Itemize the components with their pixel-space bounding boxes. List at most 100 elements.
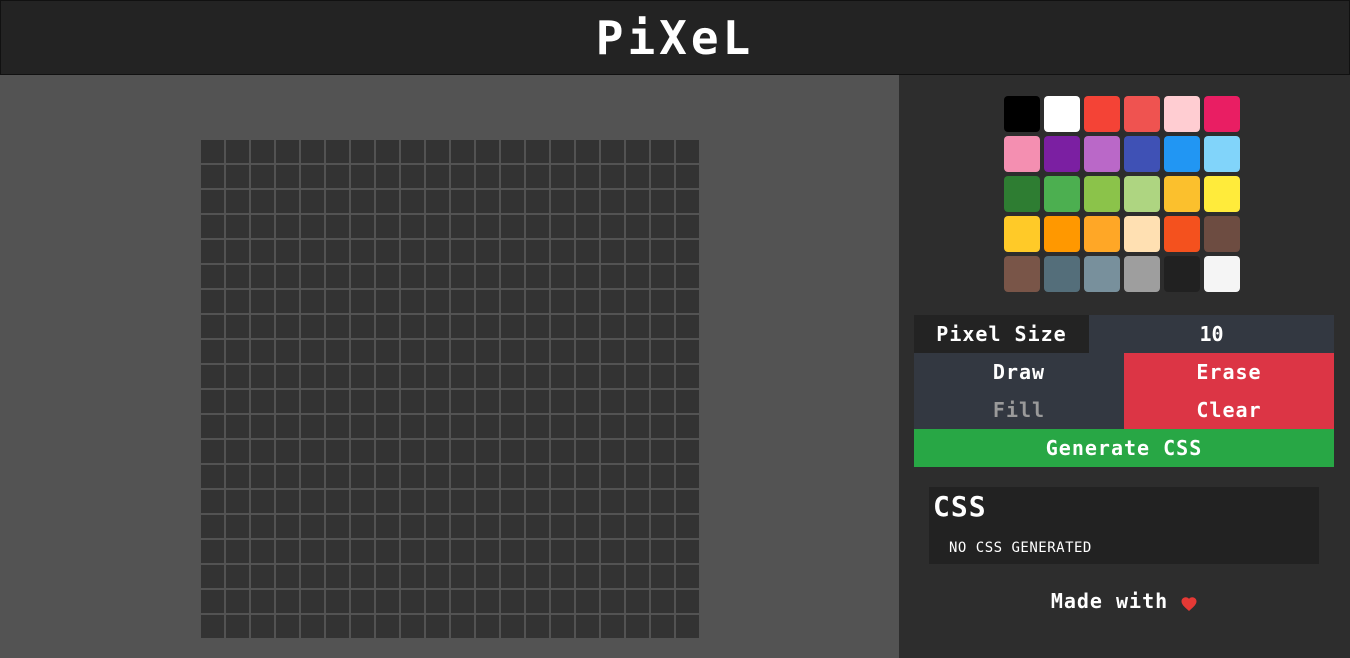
- color-swatch[interactable]: [1004, 96, 1040, 132]
- pixel-cell[interactable]: [251, 165, 274, 188]
- pixel-cell[interactable]: [601, 615, 624, 638]
- pixel-cell[interactable]: [201, 215, 224, 238]
- pixel-cell[interactable]: [551, 465, 574, 488]
- color-swatch[interactable]: [1204, 256, 1240, 292]
- pixel-cell[interactable]: [351, 215, 374, 238]
- pixel-cell[interactable]: [201, 515, 224, 538]
- pixel-cell[interactable]: [326, 515, 349, 538]
- generate-css-button[interactable]: Generate CSS: [914, 429, 1334, 467]
- pixel-cell[interactable]: [276, 365, 299, 388]
- pixel-cell[interactable]: [326, 465, 349, 488]
- pixel-cell[interactable]: [326, 540, 349, 563]
- pixel-cell[interactable]: [226, 140, 249, 163]
- pixel-cell[interactable]: [301, 390, 324, 413]
- color-swatch[interactable]: [1164, 176, 1200, 212]
- color-swatch[interactable]: [1084, 136, 1120, 172]
- pixel-cell[interactable]: [276, 315, 299, 338]
- pixel-cell[interactable]: [651, 165, 674, 188]
- pixel-cell[interactable]: [376, 465, 399, 488]
- pixel-cell[interactable]: [476, 565, 499, 588]
- pixel-cell[interactable]: [476, 515, 499, 538]
- pixel-cell[interactable]: [251, 540, 274, 563]
- pixel-cell[interactable]: [551, 140, 574, 163]
- pixel-cell[interactable]: [226, 290, 249, 313]
- pixel-cell[interactable]: [576, 240, 599, 263]
- pixel-cell[interactable]: [601, 190, 624, 213]
- pixel-cell[interactable]: [526, 215, 549, 238]
- pixel-cell[interactable]: [626, 540, 649, 563]
- pixel-cell[interactable]: [651, 365, 674, 388]
- color-swatch[interactable]: [1164, 216, 1200, 252]
- pixel-cell[interactable]: [526, 265, 549, 288]
- pixel-cell[interactable]: [526, 590, 549, 613]
- pixel-cell[interactable]: [601, 140, 624, 163]
- pixel-cell[interactable]: [626, 490, 649, 513]
- pixel-cell[interactable]: [576, 565, 599, 588]
- pixel-cell[interactable]: [526, 365, 549, 388]
- color-swatch[interactable]: [1044, 216, 1080, 252]
- pixel-cell[interactable]: [451, 515, 474, 538]
- pixel-cell[interactable]: [276, 215, 299, 238]
- pixel-cell[interactable]: [601, 515, 624, 538]
- pixel-cell[interactable]: [626, 415, 649, 438]
- pixel-cell[interactable]: [226, 315, 249, 338]
- pixel-cell[interactable]: [626, 265, 649, 288]
- pixel-cell[interactable]: [526, 340, 549, 363]
- pixel-cell[interactable]: [676, 215, 699, 238]
- pixel-cell[interactable]: [226, 240, 249, 263]
- pixel-cell[interactable]: [351, 390, 374, 413]
- pixel-cell[interactable]: [401, 240, 424, 263]
- pixel-cell[interactable]: [401, 315, 424, 338]
- pixel-cell[interactable]: [476, 240, 499, 263]
- pixel-cell[interactable]: [351, 315, 374, 338]
- pixel-cell[interactable]: [201, 390, 224, 413]
- pixel-cell[interactable]: [301, 315, 324, 338]
- pixel-cell[interactable]: [626, 515, 649, 538]
- pixel-cell[interactable]: [676, 390, 699, 413]
- pixel-cell[interactable]: [551, 340, 574, 363]
- color-swatch[interactable]: [1124, 176, 1160, 212]
- pixel-cell[interactable]: [351, 190, 374, 213]
- pixel-cell[interactable]: [626, 440, 649, 463]
- pixel-cell[interactable]: [251, 615, 274, 638]
- pixel-cell[interactable]: [301, 515, 324, 538]
- pixel-cell[interactable]: [601, 490, 624, 513]
- pixel-cell[interactable]: [626, 215, 649, 238]
- pixel-cell[interactable]: [426, 290, 449, 313]
- pixel-cell[interactable]: [501, 190, 524, 213]
- pixel-cell[interactable]: [551, 490, 574, 513]
- pixel-cell[interactable]: [676, 415, 699, 438]
- pixel-cell[interactable]: [276, 340, 299, 363]
- pixel-cell[interactable]: [376, 340, 399, 363]
- pixel-cell[interactable]: [301, 240, 324, 263]
- pixel-cell[interactable]: [651, 515, 674, 538]
- pixel-cell[interactable]: [201, 415, 224, 438]
- pixel-cell[interactable]: [651, 190, 674, 213]
- pixel-cell[interactable]: [526, 565, 549, 588]
- pixel-cell[interactable]: [476, 190, 499, 213]
- pixel-cell[interactable]: [576, 365, 599, 388]
- pixel-cell[interactable]: [626, 315, 649, 338]
- pixel-cell[interactable]: [576, 415, 599, 438]
- pixel-cell[interactable]: [226, 565, 249, 588]
- pixel-cell[interactable]: [451, 165, 474, 188]
- pixel-cell[interactable]: [501, 365, 524, 388]
- pixel-cell[interactable]: [426, 515, 449, 538]
- pixel-cell[interactable]: [476, 465, 499, 488]
- pixel-cell[interactable]: [651, 465, 674, 488]
- pixel-cell[interactable]: [301, 265, 324, 288]
- pixel-cell[interactable]: [301, 490, 324, 513]
- pixel-cell[interactable]: [501, 515, 524, 538]
- pixel-cell[interactable]: [426, 615, 449, 638]
- pixel-cell[interactable]: [276, 415, 299, 438]
- pixel-cell[interactable]: [201, 240, 224, 263]
- pixel-cell[interactable]: [426, 340, 449, 363]
- pixel-cell[interactable]: [476, 140, 499, 163]
- pixel-cell[interactable]: [676, 615, 699, 638]
- pixel-cell[interactable]: [601, 315, 624, 338]
- pixel-cell[interactable]: [401, 290, 424, 313]
- pixel-cell[interactable]: [426, 465, 449, 488]
- pixel-cell[interactable]: [251, 340, 274, 363]
- color-swatch[interactable]: [1084, 96, 1120, 132]
- pixel-cell[interactable]: [526, 290, 549, 313]
